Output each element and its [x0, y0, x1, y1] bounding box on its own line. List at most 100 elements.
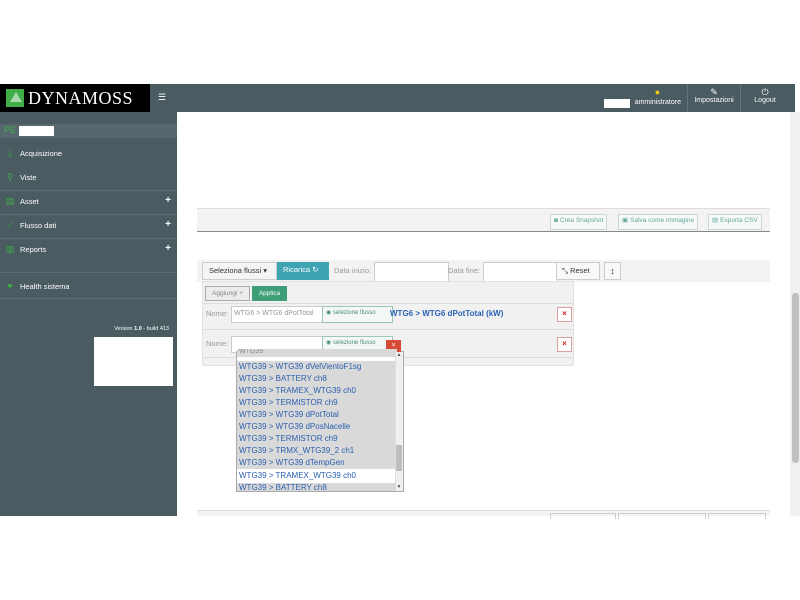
reset-icon: ⤡	[562, 266, 568, 275]
create-snapshot-button[interactable]: ◙ Crea Snapshot	[550, 214, 608, 230]
list-item[interactable]: WTG39 > TRAMEX_WTG39 ch0	[237, 385, 397, 397]
page-scrollbar-thumb[interactable]	[792, 293, 799, 463]
settings-button[interactable]: ✎ Impostazioni	[687, 84, 740, 112]
sidebar: PE ⤓ Acquisizione ⚲ Viste ▤ Asset + ⟋ Fl…	[0, 112, 177, 516]
end-date-input[interactable]	[483, 262, 558, 282]
apply-button[interactable]: Applica	[252, 286, 287, 301]
line-chart-icon: ⟋	[6, 220, 14, 230]
sidebar-divider	[0, 298, 177, 299]
logout-button[interactable]: ⏻ Logout	[740, 84, 789, 112]
start-date-input[interactable]	[374, 262, 449, 282]
version-info: Version 1.0 - build 413	[114, 326, 169, 332]
logout-label: Logout	[754, 97, 776, 104]
row-divider	[202, 329, 574, 330]
refresh-icon: ↻	[312, 265, 319, 274]
create-snapshot-button[interactable]	[550, 513, 616, 519]
bottom-chart-toolbar	[197, 510, 770, 519]
camera-icon: ◙	[554, 217, 558, 224]
sidebar-item-flusso-dati[interactable]: ⟋ Flusso dati +	[0, 213, 177, 237]
version-prefix: Version	[114, 326, 135, 332]
bar-chart-icon: ▥	[5, 244, 15, 254]
select-flows-dropdown[interactable]: Seleziona flussi ▾	[202, 262, 277, 280]
eye-icon: ◉	[326, 310, 332, 316]
list-item[interactable]: WTG39 > WTG39 dPosNacelle	[237, 421, 397, 433]
export-csv-button[interactable]: ▤ Esporta CSV	[708, 214, 762, 230]
sidebar-item-label: Flusso dati	[20, 221, 57, 230]
sidebar-item-reports[interactable]: ▥ Reports +	[0, 237, 177, 261]
brand-logo[interactable]: DYNAMOSS	[0, 84, 150, 112]
add-flow-button[interactable]: Aggiungi +	[205, 286, 250, 301]
version-number: 1.0	[134, 326, 142, 332]
sidebar-item-acquisizione[interactable]: ⤓ Acquisizione	[0, 141, 177, 165]
export-csv-button[interactable]	[708, 513, 766, 519]
top-navbar: ☰ ● amministratore ✎ Impostazioni ⏻ Logo…	[150, 84, 795, 112]
save-image-label: Salva come immagine	[630, 217, 695, 224]
sidebar-divider	[0, 272, 177, 273]
sidebar-item-viste[interactable]: ⚲ Viste	[0, 165, 177, 189]
expand-icon: +	[165, 195, 171, 206]
list-item-highlighted[interactable]: WTG39 > TRAMEX_WTG39 ch0	[237, 470, 397, 482]
list-item[interactable]: WTG39 > TERMISTOR ch9	[237, 397, 397, 409]
export-csv-label: Esporta CSV	[720, 217, 758, 224]
section-name-redacted	[19, 126, 54, 136]
list-item[interactable]: WTG39 > WTG39 dPotTotal	[237, 409, 397, 421]
sidebar-item-label: Reports	[20, 245, 47, 254]
table-icon: ▤	[712, 217, 719, 224]
remove-flow-button[interactable]: ×	[557, 337, 572, 352]
save-image-button[interactable]	[618, 513, 706, 519]
eye-icon: ◉	[326, 340, 332, 346]
selected-flow-link[interactable]: WTG6 > WTG6 dPotTotal (kW)	[390, 309, 503, 318]
list-item[interactable]: WTG39 > WTG39 dVelVientoF1sg	[237, 361, 397, 373]
section-label: PE	[4, 125, 17, 135]
sidebar-section-header: PE	[0, 124, 177, 138]
wrench-icon: ✎	[710, 87, 718, 97]
sidebar-item-label: Acquisizione	[20, 149, 63, 158]
select-flow-button[interactable]: ◉ selezione flusso	[322, 306, 393, 323]
table-icon: ▤	[5, 196, 15, 206]
menu-toggle-icon[interactable]: ☰	[158, 92, 168, 102]
sidebar-item-asset[interactable]: ▤ Asset +	[0, 189, 177, 213]
scroll-up-icon[interactable]: ▲	[396, 352, 402, 358]
expand-icon: +	[165, 243, 171, 254]
sidebar-white-box	[94, 337, 173, 386]
user-icon: ●	[654, 87, 661, 97]
reload-button[interactable]: Ricarica ↻	[277, 262, 329, 280]
snapshot-label: Crea Snapshot	[559, 217, 604, 224]
flow-name-input[interactable]: WTG6 > WTG6 dPotTotal	[231, 306, 324, 323]
flow-name-label: Nome:	[206, 309, 229, 318]
list-item[interactable]: WTG39 > BATTERY ch8	[237, 373, 397, 385]
list-item[interactable]: WTG39 > TERMISTOR ch9	[237, 433, 397, 445]
save-image-button[interactable]: ▣ Salva come immagine	[618, 214, 699, 230]
user-label: amministratore	[634, 99, 681, 106]
resize-vertical-button[interactable]: ↕	[604, 262, 621, 280]
expand-icon: +	[165, 219, 171, 230]
caret-down-icon: ▾	[263, 266, 267, 275]
brand-name: DYNAMOSS	[28, 88, 134, 108]
list-item[interactable]: WTG39 > TRMX_WTG39_2 ch1	[237, 445, 397, 457]
sidebar-item-label: Viste	[20, 173, 37, 182]
map-marker-icon: ⚲	[6, 172, 14, 182]
end-date-label: Data fine:	[448, 266, 481, 275]
close-icon: ×	[562, 339, 567, 348]
select-flow-label: selezione flusso	[332, 340, 376, 346]
scroll-down-icon[interactable]: ▼	[396, 484, 402, 490]
image-icon: ▣	[622, 217, 629, 224]
download-icon: ⤓	[8, 148, 12, 158]
reload-label: Ricarica	[283, 265, 311, 274]
flow-name-label: Nome:	[206, 339, 229, 348]
sidebar-item-label: Health sistema	[20, 282, 70, 291]
logo-mark-icon	[6, 89, 24, 107]
list-item[interactable]: WTG39 > WTG39 dTempGen	[237, 457, 397, 469]
select-flow-label: selezione flusso	[332, 310, 376, 316]
dropdown-scrollbar-thumb[interactable]	[396, 445, 402, 471]
user-name-redacted	[604, 99, 630, 108]
heart-icon: ♥	[7, 281, 13, 291]
user-menu[interactable]: ● amministratore	[630, 84, 685, 112]
remove-flow-button[interactable]: ×	[557, 307, 572, 322]
list-item[interactable]: WTG39	[237, 349, 397, 357]
list-item[interactable]: WTG39 > BATTERY ch8	[237, 483, 397, 491]
reset-button[interactable]: ⤡ Reset	[556, 262, 600, 280]
chart-toolbar: ◙ Crea Snapshot ▣ Salva come immagine ▤ Esp…	[197, 208, 770, 232]
power-icon: ⏻	[761, 87, 769, 97]
sidebar-item-health-sistema[interactable]: ♥ Health sistema	[0, 274, 177, 298]
